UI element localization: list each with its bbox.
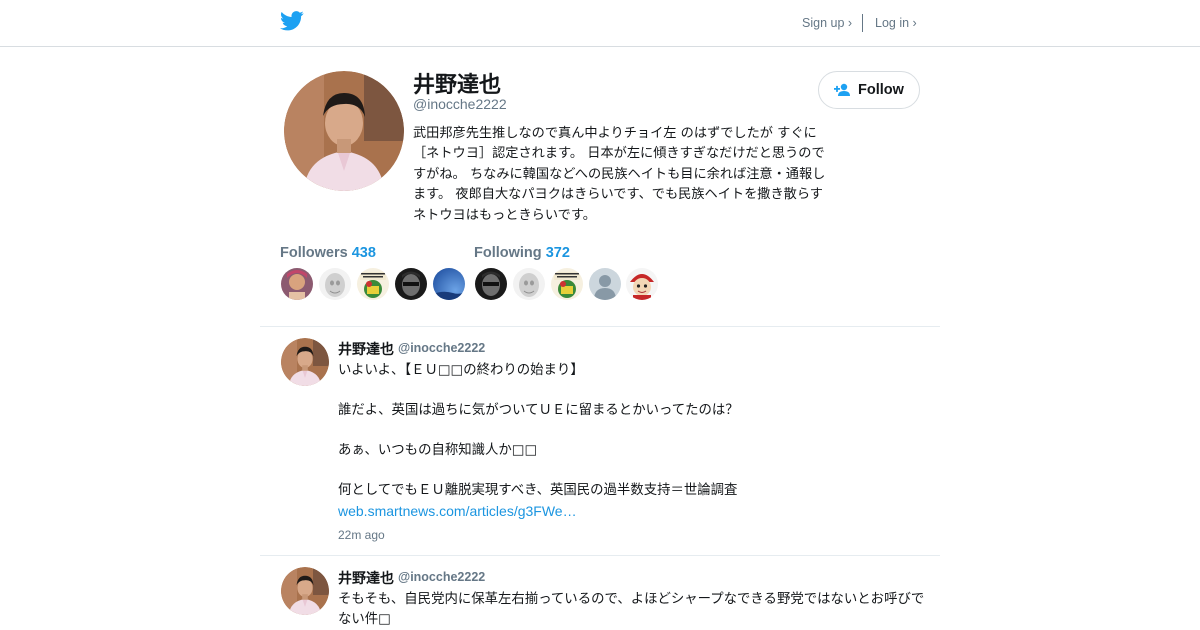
- tweet-text: いよいよ、【ＥＵ□□の終わりの始まり】 誰だよ、英国は過ちに気がついてＵＥに留ま…: [338, 363, 739, 498]
- follow-button-label: Follow: [858, 82, 904, 98]
- tweet-author-name[interactable]: 井野達也: [338, 339, 394, 359]
- following-stat[interactable]: Following 372: [474, 245, 570, 261]
- tweet-link[interactable]: web.smartnews.com/articles/g3FWe…: [338, 503, 577, 519]
- profile-name: 井野達也: [413, 73, 502, 98]
- follower-avatar[interactable]: [319, 268, 351, 300]
- following-avatar[interactable]: [626, 268, 658, 300]
- following-count: 372: [545, 245, 570, 261]
- profile-handle: @inocche2222: [413, 96, 507, 112]
- follower-avatar[interactable]: [433, 268, 465, 300]
- tweet-author-handle[interactable]: @inocche2222: [398, 570, 485, 584]
- followers-count: 438: [351, 245, 376, 261]
- follower-avatar[interactable]: [395, 268, 427, 300]
- auth-divider: [862, 14, 863, 32]
- tweet-author-handle[interactable]: @inocche2222: [398, 341, 485, 355]
- following-avatar[interactable]: [589, 268, 621, 300]
- twitter-bird-icon[interactable]: [280, 11, 304, 31]
- login-link[interactable]: Log in ›: [875, 16, 917, 30]
- add-user-icon: [834, 83, 851, 96]
- following-avatar[interactable]: [475, 268, 507, 300]
- profile-bio: 武田邦彦先生推しなので真ん中よりチョイ左 のはずでしたが すぐに［ネトウヨ］認定…: [413, 126, 826, 223]
- tweet-text: そもそも、自民党内に保革左右揃っているので、よほどシャープなできる野党ではないと…: [338, 592, 925, 627]
- tweet-author-name[interactable]: 井野達也: [338, 568, 394, 588]
- follower-avatar[interactable]: [281, 268, 313, 300]
- section-divider: [260, 326, 940, 327]
- tweet-timestamp[interactable]: 22m ago: [338, 528, 385, 542]
- following-avatar[interactable]: [551, 268, 583, 300]
- signup-link[interactable]: Sign up ›: [802, 16, 852, 30]
- followers-stat[interactable]: Followers 438: [280, 245, 376, 261]
- tweet-divider: [260, 555, 940, 556]
- following-label: Following: [474, 245, 542, 261]
- followers-label: Followers: [280, 245, 348, 261]
- tweet-avatar[interactable]: [281, 338, 329, 386]
- top-bar: Sign up › Log in ›: [0, 0, 1200, 47]
- profile-avatar[interactable]: [284, 71, 404, 191]
- follower-avatar[interactable]: [357, 268, 389, 300]
- tweet-avatar[interactable]: [281, 567, 329, 615]
- follow-button[interactable]: Follow: [818, 71, 920, 109]
- following-avatar[interactable]: [513, 268, 545, 300]
